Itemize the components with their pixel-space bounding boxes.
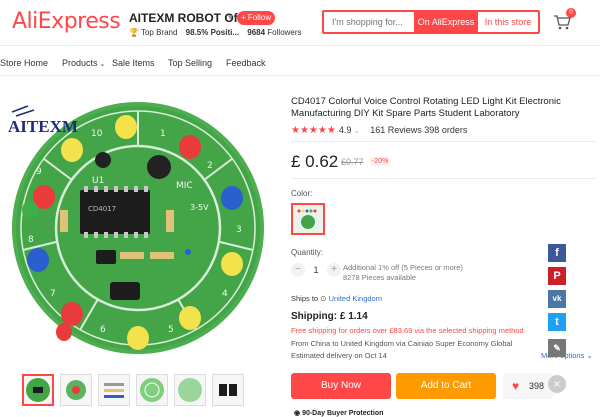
- orders-count: 398 orders: [424, 125, 468, 135]
- cart-count-badge: 0: [566, 8, 576, 18]
- reviews-count[interactable]: 161 Reviews: [370, 125, 422, 135]
- top-brand-label: Top Brand: [140, 28, 178, 37]
- quantity-increase-button[interactable]: +: [327, 263, 341, 277]
- bulk-discount-note: Additional 1% off (5 Pieces or more): [343, 263, 463, 272]
- store-nav: Store Home Products ⌄ Sale Items Top Sel…: [0, 50, 600, 76]
- edit-icon[interactable]: ✎: [548, 339, 566, 357]
- chip-label: CD4017: [88, 205, 116, 213]
- vk-icon[interactable]: vk: [548, 290, 566, 308]
- board-number-6: 6: [100, 325, 106, 335]
- positive-feedback: 98.5% Positi...: [185, 28, 240, 37]
- divider: [291, 141, 597, 142]
- free-shipping-note: Free shipping for orders over £83.69 via…: [291, 326, 524, 335]
- aliexpress-logo[interactable]: AliExpress: [12, 9, 121, 34]
- board-label-mic: MIC: [176, 181, 193, 191]
- ships-to-label: Ships to: [291, 294, 319, 303]
- thumbnail-pcb-back-image: [178, 378, 202, 402]
- discount-badge: -20%: [370, 157, 391, 166]
- nav-sale-items[interactable]: Sale Items: [112, 58, 155, 68]
- followers-count: 9684: [247, 28, 266, 37]
- wishlist-count: 398: [529, 381, 545, 391]
- board-number-7: 7: [50, 289, 56, 299]
- nav-products-label: Products: [62, 58, 98, 68]
- header: AliExpress AITEXM ROBOT Offic... ▾ + Fol…: [0, 0, 600, 46]
- nav-products[interactable]: Products ⌄: [62, 58, 105, 68]
- add-to-cart-button[interactable]: Add to Cart: [396, 373, 496, 399]
- thumbnail-pcb-image: [140, 378, 164, 402]
- color-label: Color:: [291, 189, 313, 198]
- ships-to-country[interactable]: United Kingdom: [329, 294, 382, 303]
- thumbnail-3[interactable]: [98, 374, 130, 406]
- rating-row: ★★★★★ 4.9 ⌄ 161 Reviews 398 orders: [291, 125, 467, 136]
- thumbnail-4[interactable]: [136, 374, 168, 406]
- search-box: On AliExpress In this store: [322, 10, 540, 34]
- rating-stars: ★★★★★: [291, 125, 336, 136]
- board-label-u1: U1: [92, 176, 104, 186]
- product-main-image[interactable]: U1 MIC 3-5V CD4017 10 1 2 3 4 5 6 7 8 9 …: [0, 92, 280, 362]
- thumbnail-chips-image: [219, 384, 237, 396]
- thumbnail-5[interactable]: [174, 374, 206, 406]
- thumbnail-6[interactable]: [212, 374, 244, 406]
- chevron-down-icon: ⌄: [97, 61, 106, 68]
- ships-to: Ships to ⊙ United Kingdom: [291, 294, 382, 303]
- board-number-4: 4: [222, 289, 228, 299]
- buy-now-button[interactable]: Buy Now: [291, 373, 391, 399]
- quantity-decrease-button[interactable]: −: [291, 263, 305, 277]
- pinterest-icon[interactable]: P: [548, 267, 566, 285]
- divider: [291, 178, 597, 179]
- shipping-cost: Shipping: £ 1.14: [291, 311, 368, 322]
- quantity-value[interactable]: 1: [311, 265, 321, 275]
- board-label-voltage: 3-5V: [190, 203, 209, 212]
- nav-store-home[interactable]: Store Home: [0, 58, 48, 68]
- location-pin-icon: ⊙: [320, 294, 327, 303]
- thumbnail-parts-image: [104, 383, 124, 398]
- search-aliexpress-button[interactable]: On AliExpress: [414, 12, 478, 32]
- board-number-5: 5: [168, 325, 174, 335]
- current-price: £ 0.62: [291, 152, 339, 171]
- board-number-3: 3: [236, 225, 242, 235]
- estimated-delivery: Estimated delivery on Oct 14: [291, 351, 387, 360]
- nav-feedback[interactable]: Feedback: [226, 58, 266, 68]
- board-number-1: 1: [160, 129, 166, 139]
- thumbnail-kit-image: [66, 380, 86, 400]
- search-input[interactable]: [324, 12, 414, 32]
- board-number-8: 8: [28, 235, 34, 245]
- thumbnail-board-image: [26, 378, 50, 402]
- board-number-2: 2: [207, 161, 213, 171]
- search-store-button[interactable]: In this store: [478, 12, 538, 32]
- rating-value: 4.9: [338, 125, 352, 135]
- trophy-icon: 🏆: [129, 28, 139, 37]
- shipping-route: From China to United Kingdom via Cainiao…: [291, 339, 513, 348]
- product-title: CD4017 Colorful Voice Control Rotating L…: [291, 96, 561, 119]
- swatch-image: [297, 209, 317, 229]
- quantity-label: Quantity:: [291, 248, 324, 257]
- pieces-available: 8278 Pieces available: [343, 273, 416, 282]
- original-price: £0.77: [341, 157, 364, 167]
- board-number-10: 10: [91, 129, 103, 139]
- nav-top-selling[interactable]: Top Selling: [168, 58, 212, 68]
- followers-label: Followers: [267, 28, 302, 37]
- quantity-note: Additional 1% off (5 Pieces or more) 827…: [343, 263, 493, 283]
- thumbnail-2[interactable]: [60, 374, 92, 406]
- close-icon[interactable]: ×: [548, 375, 566, 393]
- brand-watermark: AITEXM: [8, 117, 78, 136]
- board-number-9: 9: [36, 167, 42, 177]
- color-swatch[interactable]: [291, 203, 325, 235]
- wishlist-button[interactable]: ♥ 398: [503, 373, 553, 399]
- follow-button[interactable]: + Follow: [237, 11, 275, 25]
- heart-icon: ♥: [512, 379, 520, 393]
- store-meta: 🏆 Top Brand 98.5% Positi... 9684 Follower…: [129, 28, 302, 37]
- chevron-down-icon[interactable]: ▾: [228, 12, 233, 23]
- thumbnail-1[interactable]: [22, 374, 54, 406]
- chevron-down-icon[interactable]: ⌄: [354, 128, 360, 135]
- facebook-icon[interactable]: f: [548, 244, 566, 262]
- twitter-icon[interactable]: t: [548, 313, 566, 331]
